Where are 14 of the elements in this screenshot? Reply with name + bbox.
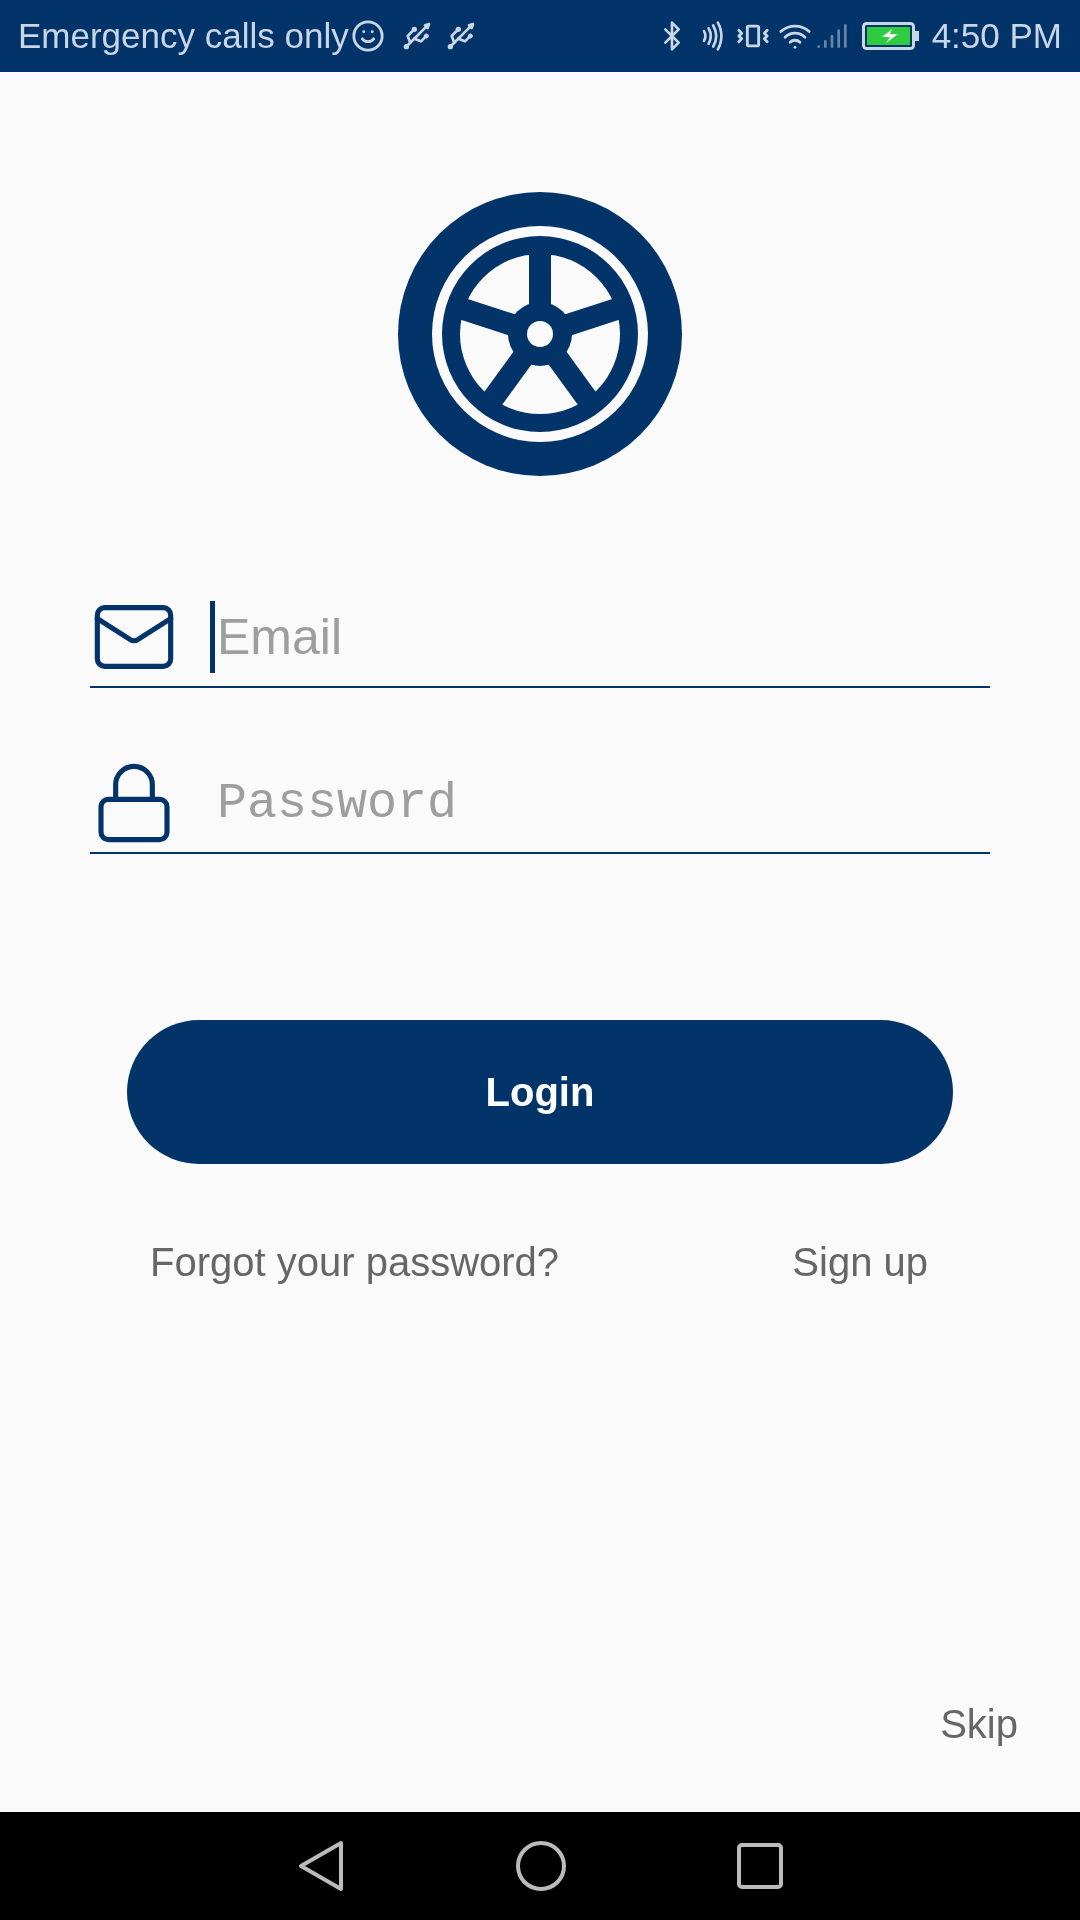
forgot-password-link[interactable]: Forgot your password? bbox=[150, 1232, 560, 1292]
password-field[interactable]: Password bbox=[210, 767, 990, 839]
back-icon[interactable] bbox=[297, 1840, 345, 1892]
email-field[interactable]: Email bbox=[210, 601, 990, 673]
smiley-icon bbox=[350, 19, 385, 53]
recents-icon[interactable] bbox=[737, 1843, 783, 1889]
clock-time: 4:50 PM bbox=[931, 14, 1062, 57]
login-button[interactable]: Login bbox=[127, 1020, 953, 1164]
home-icon[interactable] bbox=[515, 1840, 567, 1892]
battery-charging-icon bbox=[861, 22, 920, 50]
sign-up-link[interactable]: Sign up bbox=[792, 1232, 928, 1292]
wheel-logo-icon bbox=[398, 192, 682, 476]
skip-link[interactable]: Skip bbox=[940, 1694, 1018, 1754]
carrier-text: Emergency calls only bbox=[18, 14, 349, 57]
